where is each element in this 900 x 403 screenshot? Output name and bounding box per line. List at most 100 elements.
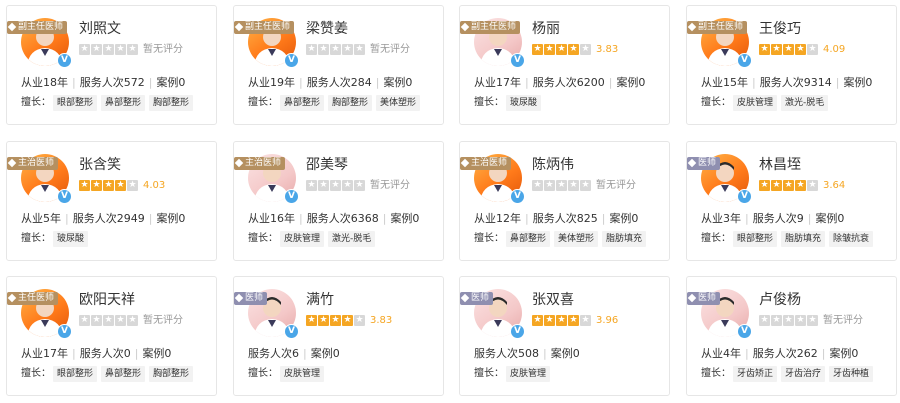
- star-icon: [771, 44, 782, 55]
- doctor-grid: V 刘照文 副主任医师 暂无评分 从业18年 | 服务人次572 | 案例0 擅长： 眼部整形 鼻部整…: [0, 0, 900, 403]
- doctor-name[interactable]: 卢俊杨: [759, 289, 801, 309]
- doctor-title-badge: 主治医师: [234, 157, 286, 170]
- doctor-name[interactable]: 陈炳伟: [532, 154, 574, 174]
- years-practiced: 从业12年: [474, 212, 521, 225]
- skill-tag[interactable]: 脂肪填充: [781, 231, 826, 247]
- skill-tag[interactable]: 眼部整形: [733, 231, 778, 247]
- skill-tag[interactable]: 玻尿酸: [506, 95, 542, 111]
- doctor-name[interactable]: 满竹: [306, 289, 334, 309]
- doctor-name[interactable]: 邵美琴: [306, 154, 348, 174]
- doctor-card[interactable]: V 满竹 医师 3.83 服务人次6 | 案例0 擅长： 皮肤管理: [233, 276, 444, 396]
- star-icon: [580, 180, 591, 191]
- doctor-stats: 从业17年 | 服务人次0 | 案例0: [21, 345, 171, 361]
- star-icon: [103, 315, 114, 326]
- skill-tag[interactable]: 激光-脱毛: [328, 231, 376, 247]
- skill-tag[interactable]: 皮肤管理: [733, 95, 778, 111]
- skill-tag[interactable]: 鼻部整形: [101, 95, 146, 111]
- skills-label: 擅长：: [248, 97, 278, 108]
- skill-tag[interactable]: 眼部整形: [53, 366, 98, 382]
- skill-tag[interactable]: 鼻部整形: [101, 366, 146, 382]
- skill-tag[interactable]: 玻尿酸: [53, 231, 89, 247]
- doctor-name[interactable]: 梁赞姜: [306, 18, 348, 38]
- star-icon: [556, 315, 567, 326]
- doctor-title-badge: 副主任医师: [460, 21, 521, 34]
- skill-tag[interactable]: 鼻部整形: [506, 231, 551, 247]
- star-icon: [115, 44, 126, 55]
- doctor-card[interactable]: V 欧阳天祥 主任医师 暂无评分 从业17年 | 服务人次0 | 案例0 擅长： 眼部整形 鼻部整形胸…: [6, 276, 217, 396]
- verified-icon: V: [284, 189, 299, 204]
- doctor-card[interactable]: V 刘照文 副主任医师 暂无评分 从业18年 | 服务人次572 | 案例0 擅长： 眼部整形 鼻部整…: [6, 5, 217, 125]
- verified-icon: V: [284, 324, 299, 339]
- skill-tag[interactable]: 牙齿种植: [829, 366, 874, 382]
- divider: |: [382, 212, 387, 225]
- doctor-card[interactable]: V 卢俊杨 医师 暂无评分 从业4年 | 服务人次262 | 案例0 擅长： 牙齿矫正 牙齿治疗 牙齿种…: [686, 276, 897, 396]
- doctor-name[interactable]: 杨丽: [532, 18, 560, 38]
- skill-tag[interactable]: 鼻部整形: [280, 95, 325, 111]
- rating-value: 4.09: [823, 44, 846, 55]
- doctor-name[interactable]: 林昌垤: [759, 154, 801, 174]
- skill-tag[interactable]: 胸部整形: [149, 366, 194, 382]
- divider: |: [601, 212, 606, 225]
- doctor-card[interactable]: V 梁赞姜 副主任医师 暂无评分 从业19年 | 服务人次284 | 案例0 擅长： 鼻部整形 胸部整…: [233, 5, 444, 125]
- star-icon: [342, 44, 353, 55]
- doctor-card[interactable]: V 邵美琴 主治医师 暂无评分 从业16年 | 服务人次6368 | 案例0 擅长： 皮肤管理 激光-…: [233, 141, 444, 261]
- star-icon: [783, 180, 794, 191]
- divider: |: [299, 212, 303, 225]
- star-icon: [354, 44, 365, 55]
- skill-tag[interactable]: 胸部整形: [328, 95, 373, 111]
- service-count: 服务人次6200: [532, 76, 605, 89]
- rating-value: 3.96: [596, 315, 619, 326]
- doctor-card[interactable]: V 陈炳伟 主治医师 暂无评分 从业12年 | 服务人次825 | 案例0 擅长： 鼻部整形 美体塑形…: [459, 141, 670, 261]
- rating-stars: 3.96: [532, 315, 618, 327]
- skill-tag[interactable]: 脂肪填充: [602, 231, 647, 247]
- doctor-name[interactable]: 王俊巧: [759, 18, 801, 38]
- doctor-card[interactable]: V 林昌垤 医师 3.64 从业3年 | 服务人次9 | 案例0 擅长： 眼部整形 脂肪填充 除皱抗衰: [686, 141, 897, 261]
- skill-tag[interactable]: 眼部整形: [53, 95, 98, 111]
- doctor-title-badge: 副主任医师: [7, 21, 68, 34]
- divider: |: [148, 76, 153, 89]
- star-icon: [103, 44, 114, 55]
- service-count: 服务人次9314: [759, 76, 832, 89]
- skills-label: 擅长：: [21, 233, 51, 244]
- doctor-card[interactable]: V 杨丽 副主任医师 3.83 从业17年 | 服务人次6200 | 案例0 擅长： 玻尿酸: [459, 5, 670, 125]
- skill-tag[interactable]: 皮肤管理: [280, 366, 325, 382]
- star-icon: [556, 44, 567, 55]
- doctor-stats: 从业17年 | 服务人次6200 | 案例0: [474, 74, 645, 90]
- star-icon: [127, 44, 138, 55]
- skill-tag[interactable]: 美体塑形: [376, 95, 421, 111]
- skill-tag[interactable]: 牙齿矫正: [733, 366, 778, 382]
- skill-tag[interactable]: 美体塑形: [554, 231, 599, 247]
- case-count: 案例0: [550, 347, 580, 360]
- star-icon: [568, 315, 579, 326]
- skills-label: 擅长：: [248, 368, 278, 379]
- skill-tag[interactable]: 激光-脱毛: [781, 95, 829, 111]
- doctor-skills: 擅长： 皮肤管理 激光-脱毛: [701, 95, 832, 111]
- star-icon: [127, 180, 138, 191]
- doctor-title-badge: 医师: [234, 292, 268, 305]
- divider: |: [525, 212, 529, 225]
- rating-stars: 3.83: [532, 44, 618, 56]
- doctor-name[interactable]: 欧阳天祥: [79, 289, 135, 309]
- divider: |: [299, 76, 303, 89]
- doctor-card[interactable]: V 张含笑 主治医师 4.03 从业5年 | 服务人次2949 | 案例0 擅长： 玻尿酸: [6, 141, 217, 261]
- doctor-name[interactable]: 刘照文: [79, 18, 121, 38]
- skills-label: 擅长：: [701, 233, 731, 244]
- rating-value: 暂无评分: [370, 180, 410, 191]
- rating-stars: 暂无评分: [306, 180, 410, 192]
- rating-value: 4.03: [143, 180, 166, 191]
- doctor-card[interactable]: V 王俊巧 副主任医师 4.09 从业15年 | 服务人次9314 | 案例0 擅长： 皮肤管理 激光…: [686, 5, 897, 125]
- skill-tag[interactable]: 皮肤管理: [280, 231, 325, 247]
- skill-tag[interactable]: 牙齿治疗: [781, 366, 826, 382]
- years-practiced: 从业5年: [21, 212, 61, 225]
- skill-tag[interactable]: 皮肤管理: [506, 366, 551, 382]
- doctor-name[interactable]: 张双喜: [532, 289, 574, 309]
- star-icon: [354, 180, 365, 191]
- skill-tag[interactable]: 胸部整形: [149, 95, 194, 111]
- star-icon: [532, 180, 543, 191]
- service-count: 服务人次0: [79, 347, 131, 360]
- star-icon: [330, 44, 341, 55]
- doctor-name[interactable]: 张含笑: [79, 154, 121, 174]
- doctor-card[interactable]: V 张双喜 医师 3.96 服务人次508 | 案例0 擅长： 皮肤管理: [459, 276, 670, 396]
- skill-tag[interactable]: 除皱抗衰: [829, 231, 874, 247]
- rating-stars: 暂无评分: [532, 180, 636, 192]
